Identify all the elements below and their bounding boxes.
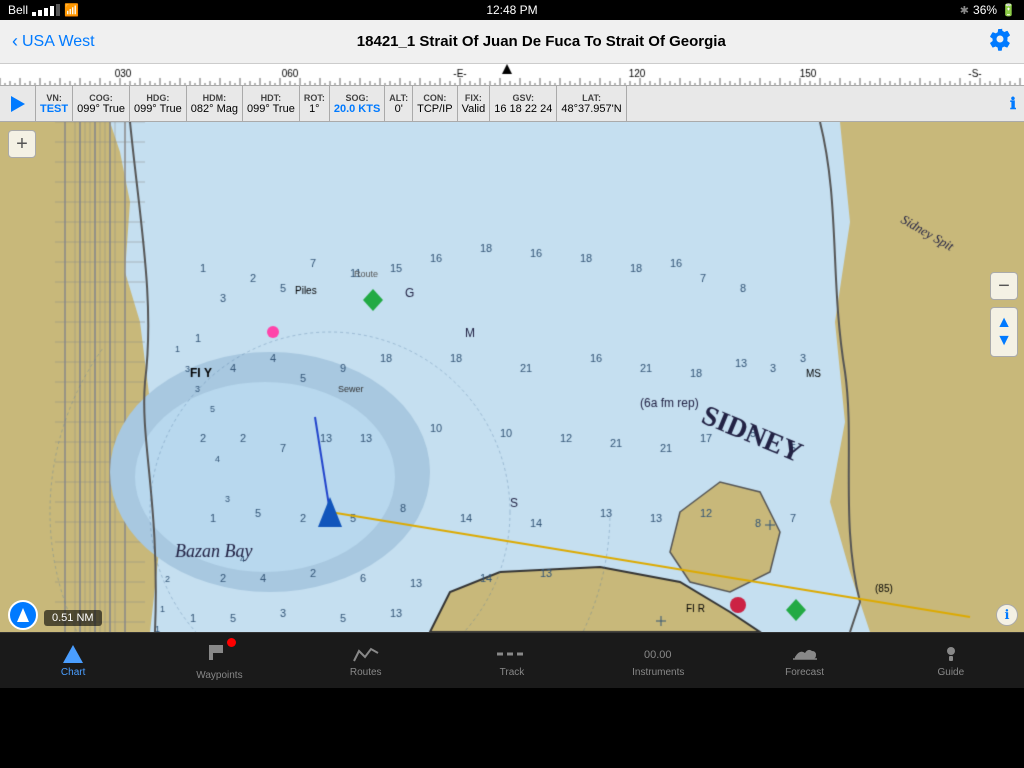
depth-up-icon: ▲ [996, 314, 1012, 332]
gps-cell-hdm: HDM:082° Mag [187, 86, 243, 121]
status-right: ✱ 36% 🔋 [960, 3, 1016, 17]
gps-cell-rot: ROT:1° [300, 86, 330, 121]
status-time: 12:48 PM [486, 3, 537, 17]
ruler-canvas [0, 64, 1024, 86]
chart-area[interactable]: + − ▲ ▼ ℹ 0.51 NM [0, 122, 1024, 632]
zoom-in-button[interactable]: + [8, 130, 36, 158]
chart-info-button[interactable]: ℹ [996, 604, 1018, 626]
depth-toggle-button[interactable]: ▲ ▼ [990, 307, 1018, 357]
gps-cell-hdg: HDG:099° True [130, 86, 187, 121]
track-icon [495, 643, 529, 665]
tab-track[interactable]: Track [439, 633, 585, 688]
gps-cell-vn: VN:TEST [36, 86, 73, 121]
tab-guide-label: Guide [937, 667, 964, 678]
tab-instruments[interactable]: 00.00 Instruments [585, 633, 731, 688]
gps-cell-gsv: GSV:16 18 22 24 [490, 86, 557, 121]
play-icon [11, 96, 25, 112]
tab-forecast-label: Forecast [785, 667, 824, 678]
tab-routes[interactable]: Routes [293, 633, 439, 688]
battery-label: 36% [973, 3, 997, 17]
waypoints-dot [227, 638, 236, 647]
zoom-out-button[interactable]: − [990, 272, 1018, 300]
tab-bar: Chart Waypoints Routes Track 00.00 [0, 632, 1024, 688]
status-left: Bell 📶 [8, 3, 79, 17]
tab-guide[interactable]: Guide [878, 633, 1024, 688]
tab-routes-label: Routes [350, 667, 382, 678]
chart-canvas [0, 122, 1024, 632]
tab-chart-label: Chart [61, 667, 85, 678]
depth-down-icon: ▼ [996, 332, 1012, 350]
chart-title: 18421_1 Strait Of Juan De Fuca To Strait… [357, 33, 726, 50]
gps-location-button[interactable] [8, 600, 38, 630]
wifi-icon: 📶 [64, 3, 79, 17]
forecast-icon [790, 643, 820, 665]
tab-waypoints[interactable]: Waypoints [146, 633, 292, 688]
gps-cell-con: CON:TCP/IP [413, 86, 457, 121]
tab-chart[interactable]: Chart [0, 633, 146, 688]
scale-badge: 0.51 NM [44, 610, 102, 626]
gps-info-button[interactable]: ℹ [1002, 86, 1024, 121]
gps-cell-hdt: HDT:099° True [243, 86, 300, 121]
gps-data-bar: VN:TESTCOG:099° TrueHDG:099° TrueHDM:082… [0, 86, 1024, 122]
waypoints-icon-container [206, 641, 232, 668]
gps-cell-fix: FIX:Valid [458, 86, 491, 121]
status-bar: Bell 📶 12:48 PM ✱ 36% 🔋 [0, 0, 1024, 20]
tab-waypoints-label: Waypoints [196, 670, 242, 681]
ruler-bar [0, 64, 1024, 86]
back-chevron-icon: ‹ [12, 31, 18, 52]
gps-arrow-icon [17, 608, 29, 622]
settings-button[interactable] [988, 27, 1012, 57]
bluetooth-icon: ✱ [960, 4, 969, 17]
info-icon: ℹ [1010, 94, 1016, 114]
back-label: USA West [22, 33, 95, 51]
svg-text:00.00: 00.00 [644, 649, 672, 661]
routes-icon [351, 643, 381, 665]
signal-icon [32, 4, 60, 16]
tab-instruments-label: Instruments [632, 667, 684, 678]
gps-cell-lat: LAT:48°37.957'N [557, 86, 626, 121]
back-button[interactable]: ‹ USA West [12, 31, 95, 52]
battery-icon: 🔋 [1001, 3, 1016, 17]
gps-cells: VN:TESTCOG:099° TrueHDG:099° TrueHDM:082… [36, 86, 1002, 121]
gps-cell-sog: SOG:20.0 KTS [330, 86, 385, 121]
play-button[interactable] [0, 86, 36, 121]
guide-icon [940, 643, 962, 665]
chart-icon [60, 643, 86, 665]
carrier-label: Bell [8, 3, 28, 17]
instruments-icon: 00.00 [643, 643, 673, 665]
tab-track-label: Track [500, 667, 525, 678]
nav-bar: ‹ USA West 18421_1 Strait Of Juan De Fuc… [0, 20, 1024, 64]
gps-cell-cog: COG:099° True [73, 86, 130, 121]
gps-cell-alt: ALT:0' [385, 86, 413, 121]
tab-forecast[interactable]: Forecast [731, 633, 877, 688]
